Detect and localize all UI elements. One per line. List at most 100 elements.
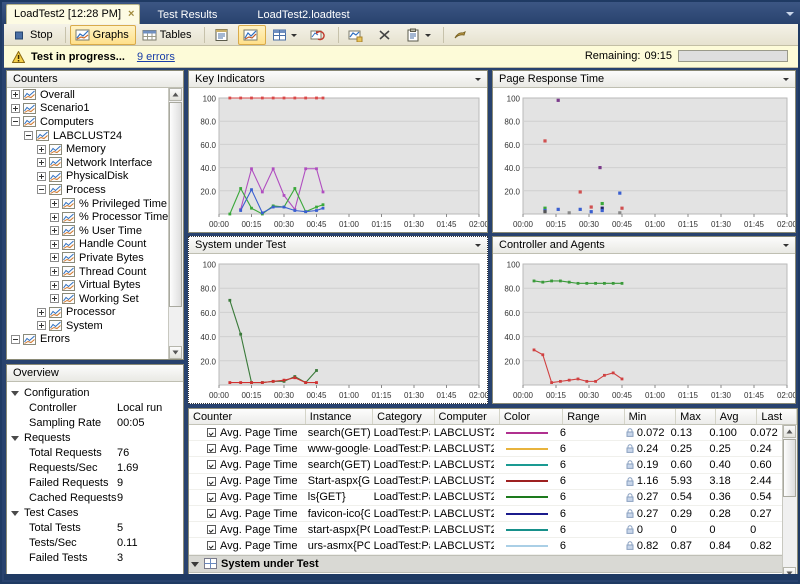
row-checkbox[interactable] [207, 492, 216, 502]
expand-plus-icon[interactable] [11, 90, 20, 100]
tab-list-dropdown-icon[interactable] [785, 8, 796, 19]
collapse-minus-icon[interactable] [37, 185, 46, 195]
graph-selector-dropdown-icon[interactable] [474, 72, 483, 86]
graph-header[interactable]: Key Indicators [189, 71, 487, 88]
row-checkbox[interactable] [207, 428, 216, 438]
expand-plus-icon[interactable] [37, 321, 46, 331]
grid-scroll-up-icon[interactable] [783, 425, 796, 438]
series-color-swatch[interactable] [505, 528, 548, 531]
grid-cell-color[interactable] [494, 544, 556, 547]
close-tab-icon[interactable]: × [128, 5, 134, 24]
table-row[interactable]: Avg. Page Time start-aspx{POSLoadTest:Pag… [189, 522, 785, 539]
tree-item-computers[interactable]: Computers [7, 115, 183, 129]
grid-column-header-avg[interactable]: Avg [716, 409, 758, 424]
graph-plot-area[interactable]: 100 80.0 60.0 40.0 20.0 00:00 00:15 00:30 00:45 0… [493, 88, 795, 232]
stop-button[interactable]: Stop [7, 25, 60, 45]
tree-item-overall[interactable]: Overall [7, 88, 183, 102]
collapse-triangle-icon[interactable] [11, 509, 20, 517]
tree-item-private-bytes[interactable]: Private Bytes [7, 251, 183, 265]
row-checkbox[interactable] [207, 541, 216, 551]
grid-scroll-thumb[interactable] [783, 439, 796, 497]
grid-cell-range[interactable]: 6 [556, 427, 616, 439]
graph-selector-dropdown-icon[interactable] [474, 238, 483, 252]
tree-item-network-interface[interactable]: Network Interface [7, 156, 183, 170]
counters-scrollbar[interactable] [168, 88, 183, 359]
group-collapse-icon[interactable] [191, 560, 200, 568]
grid-layout-button[interactable] [267, 25, 304, 45]
table-row[interactable]: Avg. Page Time ls{GET} LoadTest:PageLABCLU… [189, 490, 785, 506]
tree-item-virtual-bytes[interactable]: Virtual Bytes [7, 278, 183, 292]
tree-item-working-set[interactable]: Working Set [7, 292, 183, 306]
expand-plus-icon[interactable] [50, 212, 59, 222]
expand-plus-icon[interactable] [37, 144, 46, 154]
series-color-swatch[interactable] [505, 463, 548, 466]
grid-group-row[interactable]: System under Test [189, 554, 785, 573]
expand-plus-icon[interactable] [11, 103, 20, 113]
tree-item-errors[interactable]: Errors [7, 333, 183, 347]
series-color-swatch[interactable] [505, 512, 548, 515]
copy-dropdown-icon[interactable] [424, 28, 433, 42]
table-row[interactable]: Avg. Page Time www-google-LoadTest:PageLA… [189, 441, 785, 458]
scroll-up-arrow-icon[interactable] [169, 88, 182, 101]
grid-scrollbar[interactable] [782, 425, 797, 579]
tree-item-memory[interactable]: Memory [7, 142, 183, 156]
tree-item-privileged-time[interactable]: % Privileged Time [7, 197, 183, 211]
collapse-minus-icon[interactable] [24, 131, 33, 141]
table-row[interactable]: Avg. Page Time search(GET)LoadTest:PageLA… [189, 425, 785, 442]
table-row[interactable]: Avg. Page Time Start-aspx{GETLoadTest:Pag… [189, 474, 785, 490]
tables-button[interactable]: Tables [137, 25, 199, 45]
grid-cell-color[interactable] [494, 496, 556, 499]
grid-layout-dropdown-icon[interactable] [290, 28, 299, 42]
grid-column-header-range[interactable]: Range [563, 409, 625, 424]
tree-item-handle-count[interactable]: Handle Count [7, 238, 183, 252]
collapse-triangle-icon[interactable] [11, 434, 20, 442]
grid-cell-color[interactable] [494, 463, 556, 466]
collapse-minus-icon[interactable] [11, 117, 20, 127]
scroll-down-arrow-icon[interactable] [169, 346, 182, 359]
grid-cell-color[interactable] [494, 512, 556, 515]
table-row[interactable]: Avg. Page Time urs-asmx{POSLoadTest:PageL… [189, 538, 785, 555]
tree-item-process[interactable]: Process [7, 183, 183, 197]
series-color-swatch[interactable] [505, 496, 548, 499]
tree-item-user-time[interactable]: % User Time [7, 224, 183, 238]
grid-cell-range[interactable]: 6 [556, 459, 616, 471]
grid-cell-range[interactable]: 6 [556, 491, 616, 503]
graph-selector-dropdown-icon[interactable] [782, 238, 791, 252]
expand-plus-icon[interactable] [37, 158, 46, 168]
collapse-minus-icon[interactable] [11, 334, 20, 344]
copy-graph-button[interactable] [401, 25, 438, 45]
row-checkbox[interactable] [207, 509, 216, 519]
table-row[interactable]: Avg. Page Time favicon-ico{GELoadTest:Pag… [189, 506, 785, 523]
series-color-swatch[interactable] [505, 447, 548, 450]
grid-cell-range[interactable]: 6 [556, 475, 616, 487]
row-checkbox[interactable] [207, 525, 216, 535]
tree-item-physicaldisk[interactable]: PhysicalDisk [7, 170, 183, 184]
expand-plus-icon[interactable] [50, 294, 59, 304]
expand-plus-icon[interactable] [50, 267, 59, 277]
overview-group-requests[interactable]: Requests [7, 430, 183, 445]
grid-column-header-counter[interactable]: Counter [189, 409, 306, 424]
overview-group-configuration[interactable]: Configuration [7, 385, 183, 400]
overview-group-test-cases[interactable]: Test Cases [7, 505, 183, 520]
row-checkbox[interactable] [207, 444, 216, 454]
graph-header[interactable]: Page Response Time [493, 71, 795, 88]
row-checkbox[interactable] [207, 476, 216, 486]
grid-column-header-color[interactable]: Color [500, 409, 564, 424]
graph-plot-area[interactable]: 100 80.0 60.0 40.0 20.0 00:00 00:15 00:30 00:45 0… [189, 88, 487, 232]
tree-item-processor-time[interactable]: % Processor Time [7, 210, 183, 224]
graph-selector-dropdown-icon[interactable] [782, 72, 791, 86]
series-color-swatch[interactable] [505, 544, 548, 547]
series-color-swatch[interactable] [505, 480, 548, 483]
grid-column-header-instance[interactable]: Instance [306, 409, 374, 424]
grid-cell-range[interactable]: 6 [556, 524, 616, 536]
grid-cell-range[interactable]: 6 [556, 540, 616, 552]
expand-plus-icon[interactable] [50, 253, 59, 263]
series-color-swatch[interactable] [505, 431, 548, 434]
grid-cell-color[interactable] [494, 431, 556, 434]
tree-item-scenario1[interactable]: Scenario1 [7, 102, 183, 116]
graph-header[interactable]: Controller and Agents [493, 237, 795, 254]
grid-column-header-computer[interactable]: Computer [435, 409, 500, 424]
grid-cell-range[interactable]: 6 [556, 508, 616, 520]
tree-item-system[interactable]: System [7, 319, 183, 333]
graph-header[interactable]: System under Test [189, 237, 487, 254]
